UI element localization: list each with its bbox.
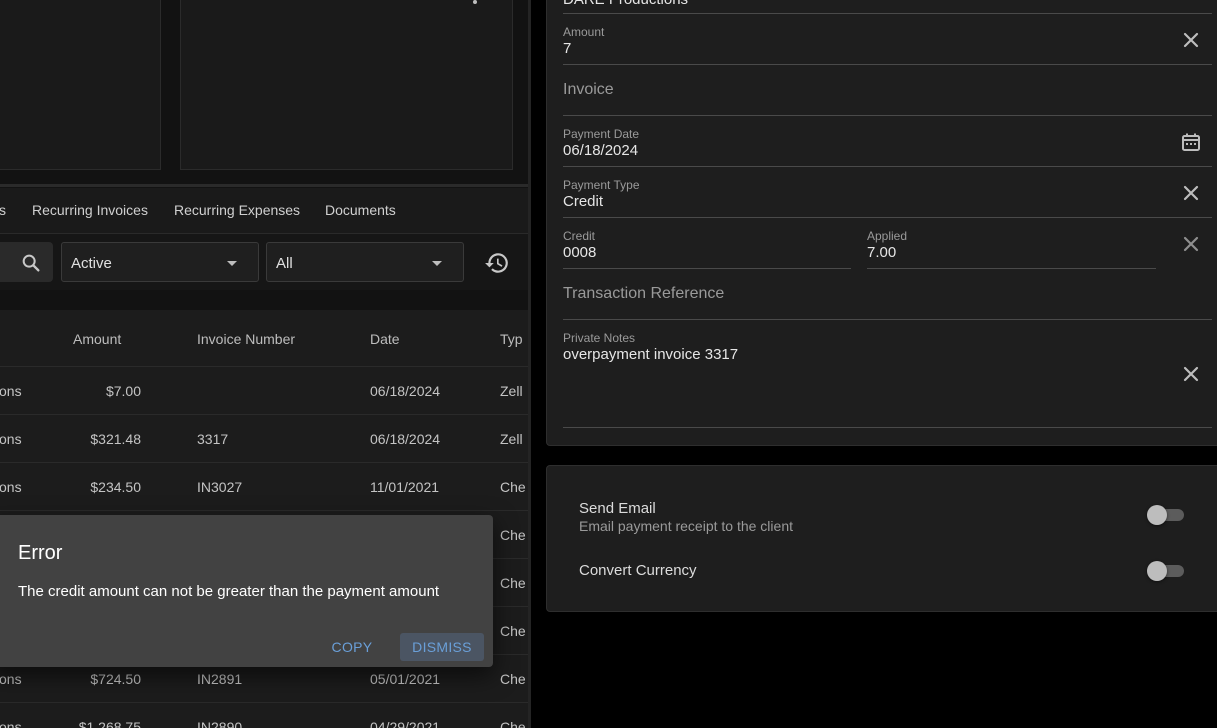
column-header-type[interactable]: Typ: [500, 331, 523, 347]
column-header-amount[interactable]: Amount: [73, 331, 121, 347]
private-notes-field[interactable]: Private Notes overpayment invoice 3317: [563, 328, 1212, 428]
applied-field[interactable]: Applied 7.00: [867, 226, 1156, 269]
amount-field[interactable]: Amount 7: [563, 22, 1212, 65]
private-notes-label: Private Notes: [563, 331, 636, 345]
transaction-reference-field[interactable]: Transaction Reference: [563, 277, 1212, 320]
copy-button[interactable]: COPY: [324, 633, 380, 661]
cell-type: Che: [500, 575, 526, 591]
cell-invoice: IN2891: [197, 671, 243, 687]
applied-value: 7.00: [867, 244, 897, 261]
arrow-drop-down-icon: [432, 261, 442, 266]
transaction-reference-placeholder: Transaction Reference: [563, 285, 725, 302]
cell-type: Che: [500, 623, 526, 639]
dashboard-card-right: [180, 0, 513, 170]
private-notes-value: overpayment invoice 3317: [563, 346, 739, 363]
cell-type: Zell: [500, 431, 523, 447]
credit-label: Credit: [563, 229, 596, 243]
status-filter-value: Active: [71, 255, 112, 272]
table-row[interactable]: ons $1,268.75 IN2890 04/29/2021 Che: [0, 702, 528, 728]
dashboard-card-left: [0, 0, 161, 170]
cell-amount: $321.48: [90, 431, 141, 447]
cell-invoice: IN2890: [197, 719, 243, 728]
tab-recurring-expenses[interactable]: Recurring Expenses: [174, 202, 300, 218]
status-filter-select[interactable]: Active: [61, 242, 259, 282]
cell-amount: $1,268.75: [78, 719, 141, 728]
column-header-date[interactable]: Date: [370, 331, 400, 347]
cell-client: ons: [0, 719, 22, 728]
cell-client: ons: [0, 383, 22, 399]
payment-settings-card: [546, 465, 1217, 612]
cell-date: 05/01/2021: [370, 671, 441, 687]
cell-type: Che: [500, 527, 526, 543]
cell-date: 06/18/2024: [370, 431, 441, 447]
type-filter-select[interactable]: All: [266, 242, 464, 282]
cell-type: Che: [500, 719, 526, 728]
history-icon[interactable]: [484, 250, 510, 276]
calendar-icon[interactable]: [1181, 132, 1201, 152]
section-divider: [0, 184, 528, 187]
search-icon[interactable]: [20, 252, 42, 274]
column-header-invoice-number[interactable]: Invoice Number: [197, 331, 295, 347]
applied-label: Applied: [867, 229, 908, 243]
table-row[interactable]: ons $234.50 IN3027 11/01/2021 Che: [0, 462, 528, 511]
payment-type-field[interactable]: Payment Type Credit: [563, 175, 1212, 218]
invoice-field[interactable]: Invoice: [563, 72, 1212, 116]
close-icon[interactable]: [1182, 31, 1200, 49]
close-icon[interactable]: [1182, 365, 1200, 383]
tab-documents[interactable]: Documents: [325, 202, 396, 218]
send-email-toggle[interactable]: [1147, 505, 1187, 525]
search-input[interactable]: [0, 242, 53, 282]
arrow-drop-down-icon: [227, 261, 237, 266]
cell-type: Zell: [500, 383, 523, 399]
send-email-title: Send Email: [579, 500, 656, 517]
tab-clipped[interactable]: s: [0, 202, 6, 218]
close-icon[interactable]: [1182, 235, 1200, 253]
cell-amount: $724.50: [90, 671, 141, 687]
panel-divider[interactable]: [528, 0, 531, 728]
cell-date: 06/18/2024: [370, 383, 441, 399]
cell-type: Che: [500, 479, 526, 495]
table-row[interactable]: ons $321.48 3317 06/18/2024 Zell: [0, 414, 528, 463]
cell-invoice: IN3027: [197, 479, 243, 495]
payment-type-value: Credit: [563, 193, 604, 210]
cell-type: Che: [500, 671, 526, 687]
convert-currency-toggle[interactable]: [1147, 561, 1187, 581]
credit-field[interactable]: Credit 0008: [563, 226, 851, 269]
cell-date: 04/29/2021: [370, 719, 441, 728]
type-filter-value: All: [276, 255, 293, 272]
payment-type-label: Payment Type: [563, 178, 640, 192]
tabs-bar: s Recurring Invoices Recurring Expenses …: [0, 188, 528, 234]
client-field[interactable]: DARE Productions: [563, 0, 1212, 14]
send-email-subtitle: Email payment receipt to the client: [579, 518, 793, 534]
credit-value: 0008: [563, 244, 597, 261]
table-row[interactable]: ons $7.00 06/18/2024 Zell: [0, 366, 528, 415]
cell-invoice: 3317: [197, 431, 229, 447]
dismiss-button[interactable]: DISMISS: [400, 633, 484, 661]
cell-client: ons: [0, 479, 22, 495]
payment-date-field[interactable]: Payment Date 06/18/2024: [563, 124, 1212, 167]
amount-value: 7: [563, 40, 572, 57]
amount-label: Amount: [563, 25, 605, 39]
dialog-message: The credit amount can not be greater tha…: [18, 583, 440, 600]
convert-currency-title: Convert Currency: [579, 562, 697, 579]
cell-client: ons: [0, 671, 22, 687]
cell-amount: $234.50: [90, 479, 141, 495]
tab-recurring-invoices[interactable]: Recurring Invoices: [32, 202, 148, 218]
more-vert-icon[interactable]: [467, 0, 483, 14]
invoice-placeholder: Invoice: [563, 81, 614, 98]
filter-bar: Active All: [0, 234, 528, 290]
error-dialog: Error The credit amount can not be great…: [0, 515, 493, 667]
payment-date-label: Payment Date: [563, 127, 640, 141]
cell-date: 11/01/2021: [370, 479, 440, 495]
payment-date-value: 06/18/2024: [563, 142, 639, 159]
close-icon[interactable]: [1182, 184, 1200, 202]
cell-client: ons: [0, 431, 22, 447]
client-value: DARE Productions: [563, 0, 688, 8]
dialog-title: Error: [18, 542, 63, 564]
cell-amount: $7.00: [105, 383, 141, 399]
